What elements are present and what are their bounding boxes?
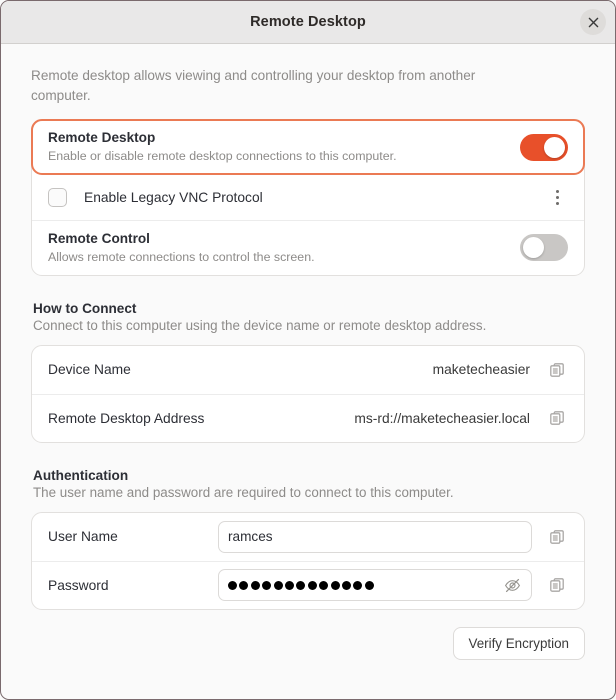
password-label: Password xyxy=(48,577,109,593)
dialog-content: Remote desktop allows viewing and contro… xyxy=(1,44,615,660)
password-dot xyxy=(307,580,317,590)
legacy-vnc-row[interactable]: Enable Legacy VNC Protocol xyxy=(32,174,584,220)
dialog-footer: Verify Encryption xyxy=(31,626,585,660)
dot xyxy=(555,201,559,205)
remote-control-row-texts: Remote Control Allows remote connections… xyxy=(48,221,520,275)
copy-icon[interactable] xyxy=(546,526,568,548)
remote-control-title: Remote Control xyxy=(48,231,150,247)
remote-desktop-settings-card: Remote Desktop Enable or disable remote … xyxy=(31,119,585,276)
close-button[interactable] xyxy=(580,9,606,35)
legacy-vnc-label: Enable Legacy VNC Protocol xyxy=(84,189,263,205)
password-dot xyxy=(250,580,260,590)
remote-desktop-row[interactable]: Remote Desktop Enable or disable remote … xyxy=(31,119,585,176)
username-row: User Name ramces xyxy=(32,513,584,561)
password-dot xyxy=(330,580,340,590)
remote-desktop-row-texts: Remote Desktop Enable or disable remote … xyxy=(48,120,520,174)
copy-icon[interactable] xyxy=(546,574,568,596)
how-to-connect-heading: How to Connect xyxy=(33,300,137,316)
device-name-row: Device Name maketecheasier xyxy=(32,346,584,394)
remote-desktop-address-row: Remote Desktop Address ms-rd://maketeche… xyxy=(32,393,584,442)
how-to-connect-subheading: Connect to this computer using the devic… xyxy=(33,317,487,333)
username-label: User Name xyxy=(48,529,118,545)
remote-desktop-address-label: Remote Desktop Address xyxy=(48,410,205,426)
password-dot xyxy=(364,580,374,590)
authentication-heading: Authentication xyxy=(33,467,129,483)
password-dot xyxy=(273,580,283,590)
window-title: Remote Desktop xyxy=(250,14,366,30)
verify-encryption-button[interactable]: Verify Encryption xyxy=(452,626,585,660)
remote-desktop-address-value: ms-rd://maketecheasier.local xyxy=(354,410,530,426)
password-dot xyxy=(284,580,294,590)
remote-control-subtitle: Allows remote connections to control the… xyxy=(48,250,315,265)
remote-desktop-window: Remote Desktop Remote desktop allows vie… xyxy=(0,0,616,700)
password-input[interactable] xyxy=(218,569,532,602)
window-titlebar: Remote Desktop xyxy=(1,1,615,44)
password-dot xyxy=(353,580,363,590)
dot xyxy=(555,189,559,193)
password-dot xyxy=(262,580,272,590)
remote-control-toggle[interactable] xyxy=(520,234,568,262)
remote-control-row[interactable]: Remote Control Allows remote connections… xyxy=(32,220,584,275)
eye-slash-icon[interactable] xyxy=(502,575,522,595)
toggle-knob xyxy=(544,136,565,158)
password-dot xyxy=(228,580,237,590)
legacy-vnc-checkbox[interactable] xyxy=(48,187,67,207)
username-input[interactable]: ramces xyxy=(218,520,532,553)
intro-description: Remote desktop allows viewing and contro… xyxy=(31,68,476,103)
password-dot xyxy=(296,580,306,590)
password-row: Password xyxy=(32,560,584,609)
password-dot xyxy=(341,580,351,590)
remote-desktop-toggle[interactable] xyxy=(520,133,568,161)
toggle-knob xyxy=(523,237,544,259)
authentication-subheading: The user name and password are required … xyxy=(33,484,454,500)
username-value: ramces xyxy=(228,529,273,545)
password-masked-value xyxy=(228,580,502,590)
device-name-value: maketecheasier xyxy=(432,362,530,378)
more-vertical-icon[interactable] xyxy=(546,184,568,210)
password-dot xyxy=(319,580,329,590)
password-dot xyxy=(239,580,249,590)
device-name-label: Device Name xyxy=(48,362,131,378)
copy-icon[interactable] xyxy=(546,407,568,429)
remote-desktop-title: Remote Desktop xyxy=(48,130,156,146)
close-icon xyxy=(588,17,599,28)
authentication-card: User Name ramces Password xyxy=(31,511,585,610)
copy-icon[interactable] xyxy=(546,359,568,381)
how-to-connect-card: Device Name maketecheasier Remote Deskto… xyxy=(31,344,585,443)
dot xyxy=(555,195,559,199)
remote-desktop-subtitle: Enable or disable remote desktop connect… xyxy=(48,149,397,164)
